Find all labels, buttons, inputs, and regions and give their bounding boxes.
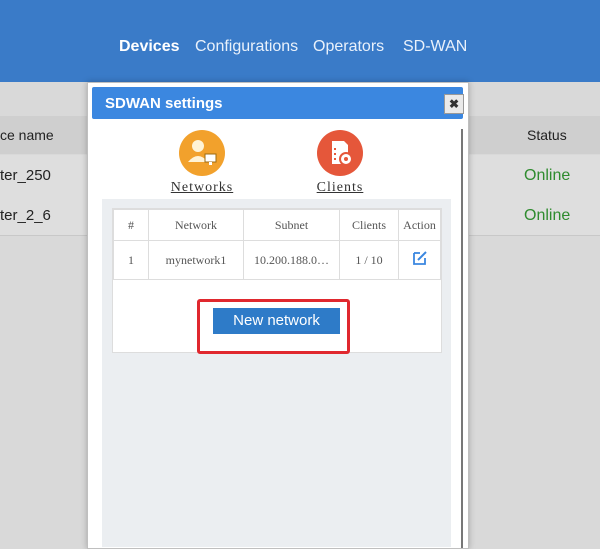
header-clients: Clients (339, 209, 399, 241)
nav-devices[interactable]: Devices (119, 38, 180, 56)
table-row[interactable]: 1 mynetwork1 10.200.188.0… 1 / 10 (113, 240, 441, 280)
tab-clients[interactable]: Clients (305, 130, 375, 196)
edit-button[interactable] (398, 240, 441, 280)
dialog-header: SDWAN settings ✖ (92, 87, 464, 119)
header-subnet: Subnet (243, 209, 340, 241)
close-button[interactable]: ✖ (444, 94, 464, 114)
row-network: mynetwork1 (148, 240, 244, 280)
status-badge: Online (524, 207, 571, 224)
annotation-highlight-box (197, 299, 350, 354)
dialog-title: SDWAN settings (105, 95, 223, 112)
scrollbar[interactable] (461, 129, 463, 548)
row-clients: 1 / 10 (339, 240, 399, 280)
header-network: Network (148, 209, 244, 241)
tab-networks-label: Networks (170, 180, 234, 195)
device-name: ter_250 (0, 167, 51, 184)
column-device-name: ce name (0, 127, 54, 143)
tab-networks[interactable]: Networks (167, 130, 237, 196)
clients-icon (317, 130, 363, 176)
nav-operators[interactable]: Operators (313, 38, 384, 56)
networks-table: # Network Subnet Clients Action 1 mynetw… (113, 209, 441, 280)
row-index: 1 (113, 240, 149, 280)
header-index: # (113, 209, 149, 241)
status-badge: Online (524, 167, 571, 184)
table-header-row: # Network Subnet Clients Action (113, 209, 441, 241)
networks-icon (179, 130, 225, 176)
column-status: Status (527, 127, 567, 143)
nav-configurations[interactable]: Configurations (195, 38, 298, 56)
device-name: ter_2_6 (0, 207, 51, 224)
nav-sd-wan[interactable]: SD-WAN (403, 38, 467, 56)
row-subnet: 10.200.188.0… (243, 240, 340, 280)
top-navigation-bar: Devices Configurations Operators SD-WAN (0, 0, 600, 82)
header-action: Action (398, 209, 441, 241)
tab-clients-label: Clients (316, 180, 364, 195)
edit-icon (411, 251, 429, 270)
